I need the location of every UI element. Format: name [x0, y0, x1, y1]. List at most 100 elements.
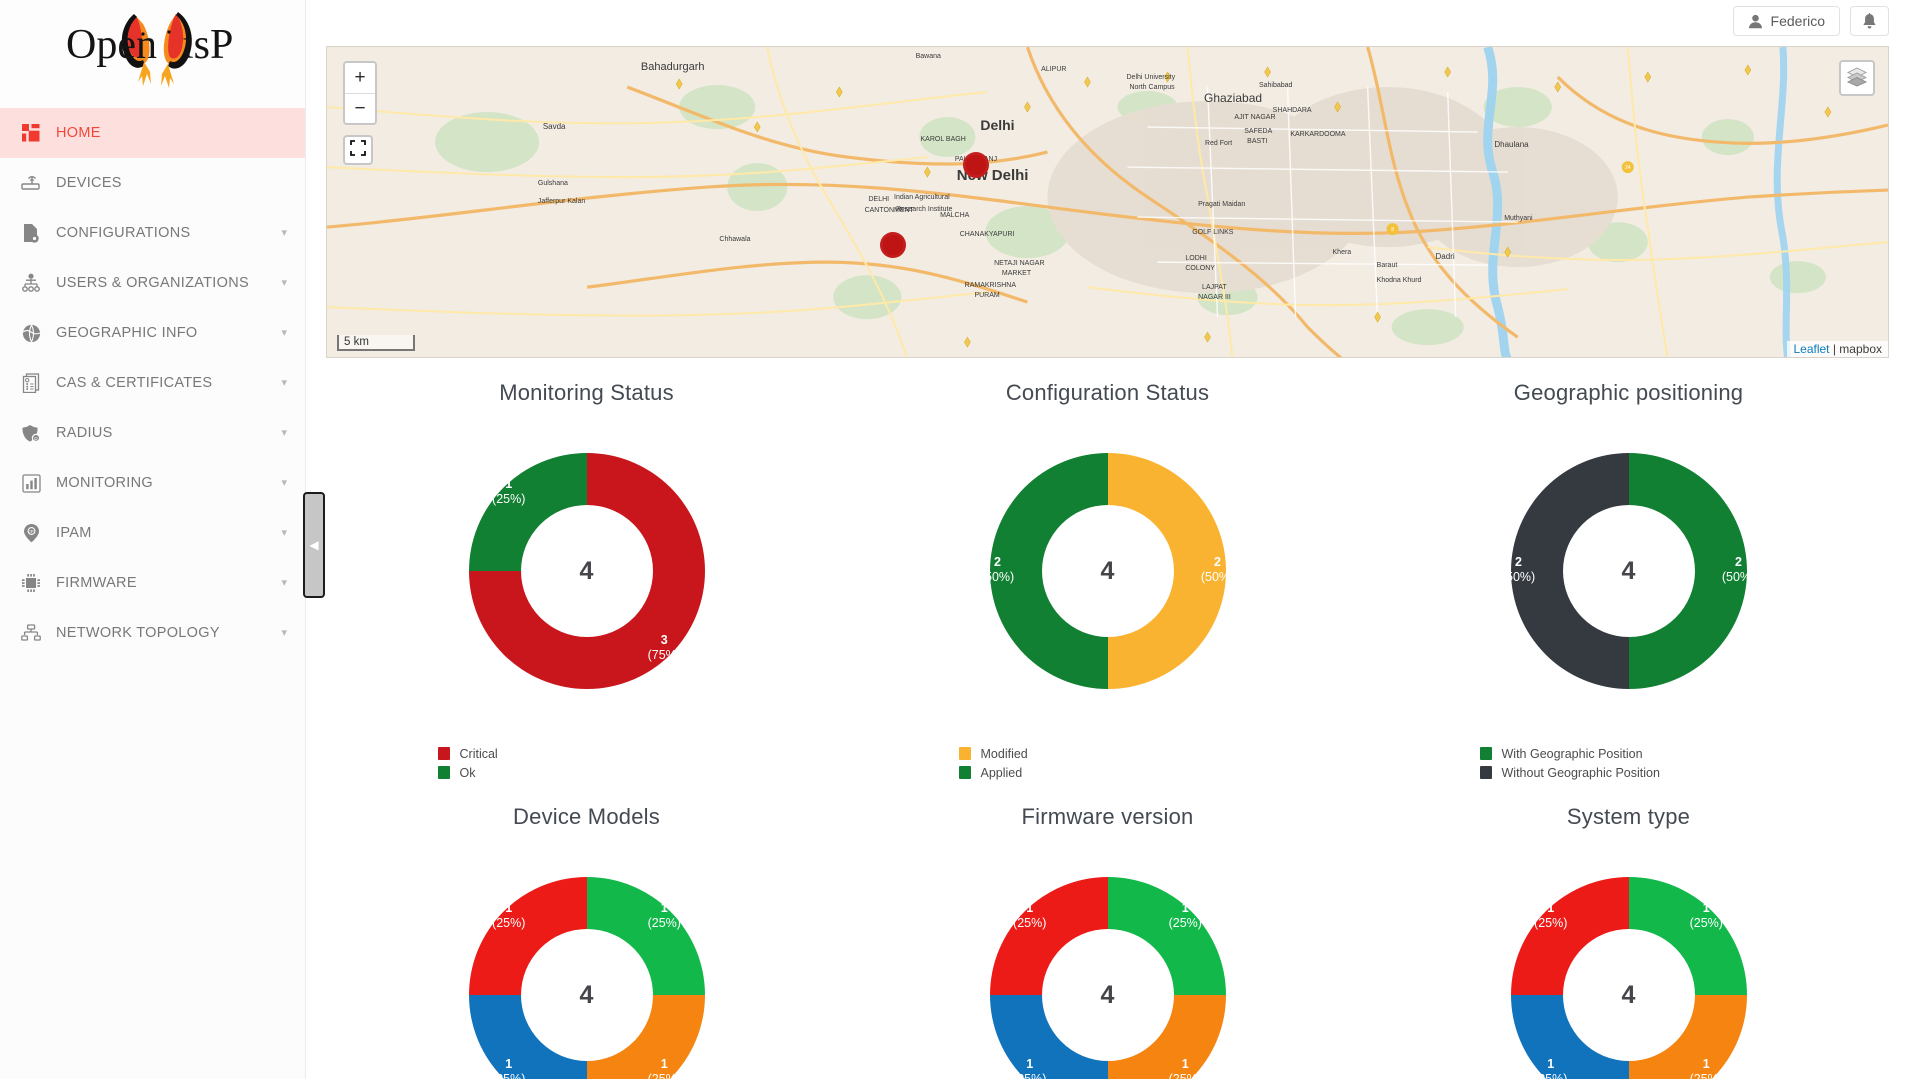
legend-label: Without Geographic Position	[1501, 765, 1660, 780]
svg-text:24: 24	[1625, 165, 1631, 171]
svg-text:IP: IP	[29, 529, 33, 534]
zoom-out-button[interactable]: −	[345, 93, 375, 123]
chevron-down-icon[interactable]: ▾	[281, 427, 287, 439]
chart-card: System type 4 1 (25%) 1 (25%) 1 (25%) 1 (25%)	[1368, 782, 1889, 1079]
donut-chart[interactable]: 4 1 (25%) 1 (25%) 1 (25%) 1 (25%)	[953, 840, 1263, 1079]
chevron-down-icon[interactable]: ▾	[281, 577, 287, 589]
file-gear-icon	[14, 220, 48, 246]
map-place-label: MALCHA	[940, 211, 970, 219]
chevron-down-icon[interactable]: ▾	[281, 377, 287, 389]
map-place-label: Savda	[542, 121, 566, 131]
sidebar-nav: HOME DEVICES CONFIGURATIONS ▾ USERS & OR…	[0, 108, 305, 658]
sidebar-item-label: RADIUS	[56, 425, 113, 441]
map-place-label: PURAM	[974, 292, 1000, 300]
chart-legend: Modified Applied	[953, 744, 1263, 782]
sidebar-item-label: USERS & ORGANIZATIONS	[56, 275, 249, 291]
sidebar-item-monitoring[interactable]: MONITORING ▾	[0, 458, 305, 508]
sidebar-item-home[interactable]: HOME	[0, 108, 305, 158]
chart-card: Device Models 4 1 (25%) 1 (25%) 1 (25%) 1 (25%)	[326, 782, 847, 1079]
chevron-down-icon[interactable]: ▾	[281, 627, 287, 639]
legend-item[interactable]: With Geographic Position	[1479, 744, 1784, 763]
topology-icon	[14, 620, 48, 646]
user-menu-button[interactable]: Federico	[1732, 6, 1840, 36]
donut-chart[interactable]: 4 2 (50%) 2 (50%)	[953, 416, 1263, 726]
chevron-down-icon[interactable]: ▾	[281, 227, 287, 239]
legend-swatch	[437, 766, 450, 779]
zoom-in-button[interactable]: +	[345, 63, 375, 93]
legend-swatch	[437, 747, 450, 760]
sidebar-item-radius[interactable]: R RADIUS ▾	[0, 408, 305, 458]
sidebar-item-cas-certificates[interactable]: CAS & CERTIFICATES ▾	[0, 358, 305, 408]
chart-row-top: Monitoring Status 4 3 (75%) 1 (25%) Critical Ok…	[326, 358, 1889, 782]
map-place-label: Red Fort	[1204, 140, 1233, 148]
org-chart-icon	[14, 270, 48, 296]
certificate-icon	[14, 370, 48, 396]
chevron-down-icon[interactable]: ▾	[281, 527, 287, 539]
legend-item[interactable]: Applied	[958, 763, 1263, 782]
map-zoom-controls: + −	[343, 61, 377, 125]
chart-title: Configuration Status	[1005, 380, 1210, 405]
legend-item[interactable]: Without Geographic Position	[1479, 763, 1784, 782]
chevron-down-icon[interactable]: ▾	[281, 477, 287, 489]
donut-chart[interactable]: 4 3 (75%) 1 (25%)	[432, 416, 742, 726]
sidebar-item-label: HOME	[56, 125, 101, 141]
map-place-label: AJIT NAGAR	[1234, 113, 1276, 121]
map-place-label: Khera	[1332, 249, 1352, 257]
sidebar-item-label: CAS & CERTIFICATES	[56, 375, 213, 391]
svg-text:Open: Open	[66, 22, 157, 68]
sidebar-item-geographic-info[interactable]: GEOGRAPHIC INFO ▾	[0, 308, 305, 358]
router-icon	[14, 170, 48, 196]
sidebar-item-firmware[interactable]: FIRMWARE ▾	[0, 558, 305, 608]
device-marker-2[interactable]	[880, 232, 906, 258]
leaflet-link[interactable]: Leaflet	[1793, 342, 1829, 356]
map-place-label: Dadri	[1435, 252, 1455, 262]
map-place-label: Pragati Maidan	[1198, 201, 1246, 209]
chart-card: Geographic positioning 4 2 (50%) 2 (50%) With …	[1368, 358, 1889, 782]
map-place-label: CHANAKYAPURI	[959, 231, 1015, 239]
device-map[interactable]: 8 24 Bahadurgarh Ghaziabad Delhi New Delhi Sa…	[326, 46, 1889, 358]
map-layers-button[interactable]	[1839, 60, 1875, 96]
chart-legend: Critical Ok	[432, 744, 742, 782]
map-place-label: North Campus	[1129, 84, 1175, 92]
legend-label: Applied	[980, 765, 1023, 780]
main-content: Federico 8 24 Bahadurgarh Ghaziabad Delh…	[306, 0, 1905, 1079]
chart-title: System type	[1566, 804, 1691, 829]
legend-item[interactable]: Ok	[437, 763, 742, 782]
sidebar-item-label: GEOGRAPHIC INFO	[56, 325, 198, 341]
map-place-label: NETAJI NAGAR	[994, 259, 1045, 267]
map-place-label: COLONY	[1185, 264, 1215, 272]
openwisp-logo-icon: Open isP	[48, 10, 258, 98]
sidebar-item-ipam[interactable]: IP IPAM ▾	[0, 508, 305, 558]
sidebar-item-configurations[interactable]: CONFIGURATIONS ▾	[0, 208, 305, 258]
chevron-down-icon[interactable]: ▾	[281, 277, 287, 289]
sidebar-item-label: MONITORING	[56, 475, 153, 491]
chevron-left-icon: ◀	[309, 538, 319, 552]
donut-chart[interactable]: 4 2 (50%) 2 (50%)	[1474, 416, 1784, 726]
notifications-button[interactable]	[1850, 6, 1889, 36]
sidebar-item-network-topology[interactable]: NETWORK TOPOLOGY ▾	[0, 608, 305, 658]
map-fullscreen-button[interactable]	[343, 135, 373, 165]
user-name-label: Federico	[1770, 13, 1825, 29]
map-place-label: Delhi	[980, 116, 1015, 133]
map-place-label: ALIPUR	[1041, 65, 1067, 73]
device-marker-1[interactable]	[963, 152, 989, 178]
legend-item[interactable]: Critical	[437, 744, 742, 763]
chart-card: Configuration Status 4 2 (50%) 2 (50%) Modifie…	[847, 358, 1368, 782]
map-place-label: Gulshana	[537, 180, 568, 188]
legend-item[interactable]: Modified	[958, 744, 1263, 763]
person-icon	[1748, 14, 1763, 29]
attribution-separator: |	[1829, 342, 1840, 356]
map-place-label: GOLF LINKS	[1192, 229, 1234, 237]
map-place-label: RAMAKRISHNA	[964, 282, 1016, 290]
brand-logo[interactable]: Open isP	[0, 0, 305, 108]
donut-chart[interactable]: 4 1 (25%) 1 (25%) 1 (25%) 1 (25%)	[432, 840, 742, 1079]
sidebar-item-label: DEVICES	[56, 175, 122, 191]
map-place-label: Khodna Khurd	[1376, 276, 1422, 284]
donut-chart[interactable]: 4 1 (25%) 1 (25%) 1 (25%) 1 (25%)	[1474, 840, 1784, 1079]
sidebar-item-users-organizations[interactable]: USERS & ORGANIZATIONS ▾	[0, 258, 305, 308]
sidebar-collapse-handle[interactable]: ◀	[303, 492, 325, 598]
map-place-label: Dhaulana	[1494, 140, 1529, 150]
sidebar-item-devices[interactable]: DEVICES	[0, 158, 305, 208]
chevron-down-icon[interactable]: ▾	[281, 327, 287, 339]
map-place-label: Jafferpur Kalan	[537, 198, 586, 206]
